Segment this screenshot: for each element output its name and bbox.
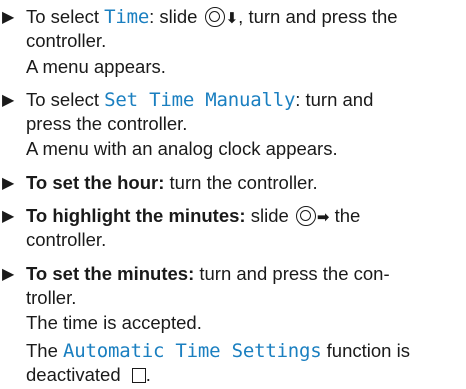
ui-term-set-time-manually: Set Time Manually (104, 89, 296, 111)
step-line: To highlight the minutes: slide ➡ the (26, 205, 360, 227)
step-line: To select Set Time Manually: turn and (26, 89, 374, 111)
step-line: To set the hour: turn the controller. (26, 172, 318, 193)
bullet-arrow-icon: ▶ (2, 266, 15, 283)
ui-term-time: Time (104, 6, 150, 28)
bullet-arrow-icon: ▶ (2, 9, 15, 26)
ui-term-automatic-time-settings: Automatic Time Settings (63, 340, 322, 362)
step-result: The Automatic Time Settings function is (26, 340, 410, 362)
controller-icon (295, 206, 316, 226)
step-result: A menu with an analog clock appears. (26, 138, 338, 159)
bullet-arrow-icon: ▶ (2, 175, 15, 192)
bullet-arrow-icon: ▶ (2, 92, 15, 109)
checkbox-empty-icon (131, 368, 146, 383)
step-line: controller. (26, 30, 107, 51)
step-line: controller. (26, 229, 107, 250)
bullet-arrow-icon: ▶ (2, 208, 15, 225)
step-result: The time is accepted. (26, 312, 202, 333)
step-result: A menu appears. (26, 56, 166, 77)
step-line: To select Time: slide ⬇, turn and press … (26, 6, 398, 28)
right-arrow-icon: ➡ (316, 209, 330, 226)
down-arrow-icon: ⬇ (225, 10, 239, 27)
step-result: deactivated . (26, 364, 151, 385)
step-line: troller. (26, 287, 77, 308)
step-line: press the controller. (26, 113, 188, 134)
controller-icon (204, 7, 225, 27)
step-line: To set the minutes: turn and press the c… (26, 263, 390, 284)
instruction-document: ▶ To select Time: slide ⬇, turn and pres… (0, 0, 466, 389)
